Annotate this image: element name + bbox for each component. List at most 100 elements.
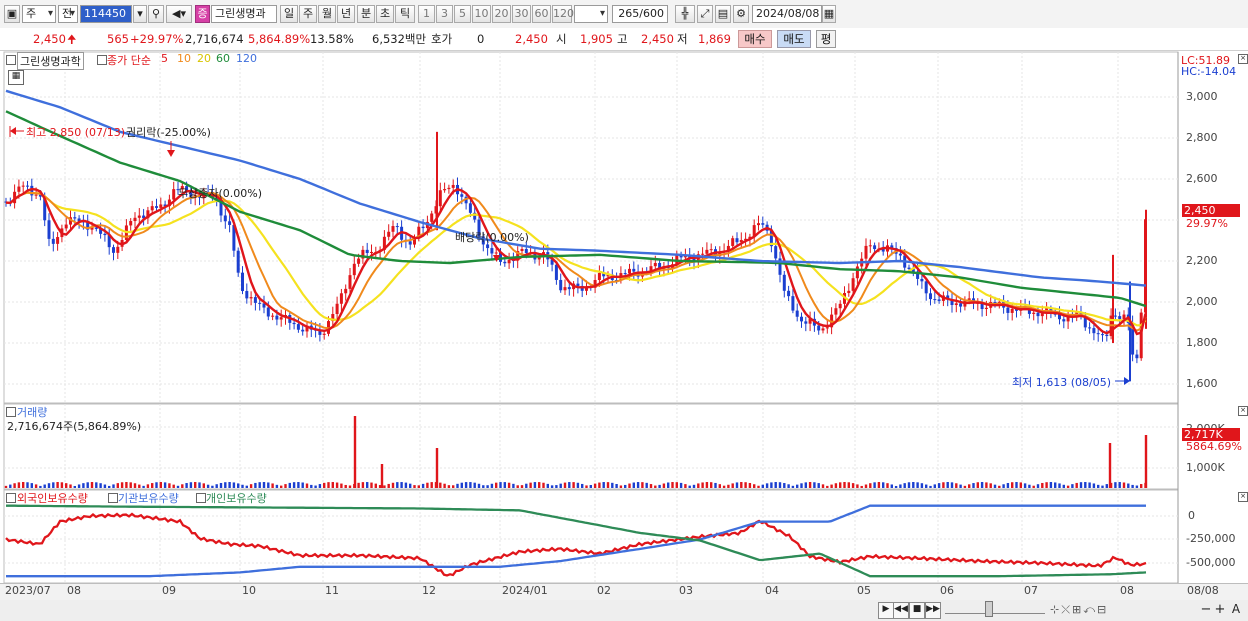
volume-bar [572, 482, 575, 488]
volume-bar [624, 484, 627, 488]
data-count-field[interactable]: 265/600 [612, 5, 668, 23]
volume-bar [512, 483, 515, 488]
interval-5[interactable]: 5 [454, 5, 471, 23]
candle-body [1088, 327, 1092, 329]
buy-button[interactable]: 매수 [738, 30, 772, 48]
candle-body [266, 307, 270, 317]
institution-menu-icon[interactable] [108, 493, 118, 503]
volume-bar [323, 482, 326, 488]
volume-bar [1045, 482, 1048, 488]
interval-120[interactable]: 120 [552, 5, 574, 23]
tab-minute[interactable]: 분 [357, 5, 375, 23]
candle-body [838, 303, 842, 309]
tab-monthly[interactable]: 월 [318, 5, 336, 23]
volume-bar [989, 483, 992, 488]
candle-body [864, 245, 868, 259]
window-layout-icon[interactable]: ▣ [4, 5, 20, 23]
volume-bar [839, 482, 842, 488]
tab-tick[interactable]: 틱 [395, 5, 415, 23]
high-price: 2,450 [641, 32, 674, 46]
data-count: 265 [618, 7, 640, 20]
volume-bar [568, 482, 571, 488]
interval-60[interactable]: 60 [532, 5, 551, 23]
custom-interval-select[interactable] [574, 5, 608, 23]
interval-10[interactable]: 10 [472, 5, 491, 23]
candle-body [112, 247, 115, 253]
stock-name-field: 그린생명과 [211, 5, 277, 23]
holdings-close-icon[interactable]: × [1238, 492, 1248, 502]
volume-bar [649, 484, 653, 488]
sell-button[interactable]: 매도 [777, 30, 811, 48]
volume-bar [60, 482, 64, 488]
volume-bar [1019, 482, 1022, 488]
prev-button[interactable]: 전 [58, 5, 78, 23]
volume-bar [1122, 482, 1126, 488]
zoom-out-icon[interactable]: − [1200, 602, 1212, 617]
volume-bar [120, 482, 124, 488]
volume-bar [851, 483, 855, 488]
save-icon[interactable]: ▤ [715, 5, 731, 23]
volume-bar [17, 482, 21, 488]
individual-menu-icon[interactable] [196, 493, 206, 503]
holdings-menu-icon[interactable] [6, 493, 16, 503]
volume-bar [1084, 482, 1087, 488]
volume-bar [206, 484, 210, 488]
zoom-in-icon[interactable]: + [1214, 602, 1226, 617]
tab-second[interactable]: 초 [376, 5, 394, 23]
tab-daily[interactable]: 일 [280, 5, 298, 23]
fast-forward-icon[interactable]: ▶▶ [925, 602, 941, 619]
eval-button[interactable]: 평 [816, 30, 836, 48]
candle-body [855, 266, 859, 279]
ma-menu-icon[interactable] [97, 55, 107, 65]
panel-menu-icon[interactable] [6, 55, 16, 65]
panel-close-icon[interactable]: × [1238, 54, 1248, 64]
volume-bar [830, 484, 833, 488]
volume-bar [710, 482, 713, 488]
scroll-right-icon[interactable]: ▶ [878, 602, 894, 619]
tab-yearly[interactable]: 년 [337, 5, 355, 23]
volume-bar [443, 483, 446, 488]
gear-icon[interactable]: ⚙ [733, 5, 749, 23]
volume-bar [731, 483, 734, 488]
volume-bar [899, 484, 902, 488]
chart-tool-icons[interactable]: ⊹⤬⊞⤺⊟ [1050, 602, 1200, 617]
zoom-slider[interactable] [945, 605, 1045, 614]
interval-3[interactable]: 3 [436, 5, 453, 23]
sound-icon[interactable]: ◀▾ [166, 5, 192, 23]
volume-bar [237, 483, 240, 488]
grid-view-icon[interactable]: ▦ [8, 70, 24, 85]
volume-close-icon[interactable]: × [1238, 406, 1248, 416]
candle-body [271, 315, 275, 317]
calendar-icon[interactable]: ▦ [822, 5, 836, 23]
candle-body [507, 259, 511, 264]
price-change-pct: +29.97% [130, 32, 184, 46]
candle-body [567, 287, 571, 290]
stock-name-label[interactable]: 그린생명과학 [17, 52, 84, 70]
volume-bar [245, 485, 248, 488]
stock-code-input[interactable]: 114450 [80, 5, 132, 23]
candle-type-icon[interactable]: ╬ [675, 5, 695, 23]
chart-tools-icon[interactable]: ⤢ [697, 5, 713, 23]
interval-1[interactable]: 1 [418, 5, 435, 23]
rewind-icon[interactable]: ◀◀ [893, 602, 909, 619]
tab-weekly[interactable]: 주 [299, 5, 317, 23]
date-field[interactable]: 2024/08/08 [752, 5, 822, 23]
code-dropdown-icon[interactable]: ▾ [133, 5, 147, 23]
zoom-slider-handle[interactable] [985, 601, 993, 617]
volume-bar [125, 482, 128, 488]
auto-scale-icon[interactable]: A [1229, 602, 1243, 617]
volume-bar [435, 448, 439, 488]
candle-body [494, 252, 498, 254]
volume-bar [1114, 482, 1117, 488]
candle-body [116, 246, 120, 253]
candle-body [64, 224, 68, 229]
stop-icon[interactable]: ■ [909, 602, 925, 619]
volume-bar [1023, 483, 1027, 488]
search-icon[interactable]: ⚲ [148, 5, 164, 23]
trade-amount: 6,532백만 [372, 32, 427, 46]
interval-30[interactable]: 30 [512, 5, 531, 23]
period-select[interactable]: 주 [22, 5, 56, 23]
volume-bar [507, 482, 511, 488]
interval-20[interactable]: 20 [492, 5, 511, 23]
volume-menu-icon[interactable] [6, 407, 16, 417]
